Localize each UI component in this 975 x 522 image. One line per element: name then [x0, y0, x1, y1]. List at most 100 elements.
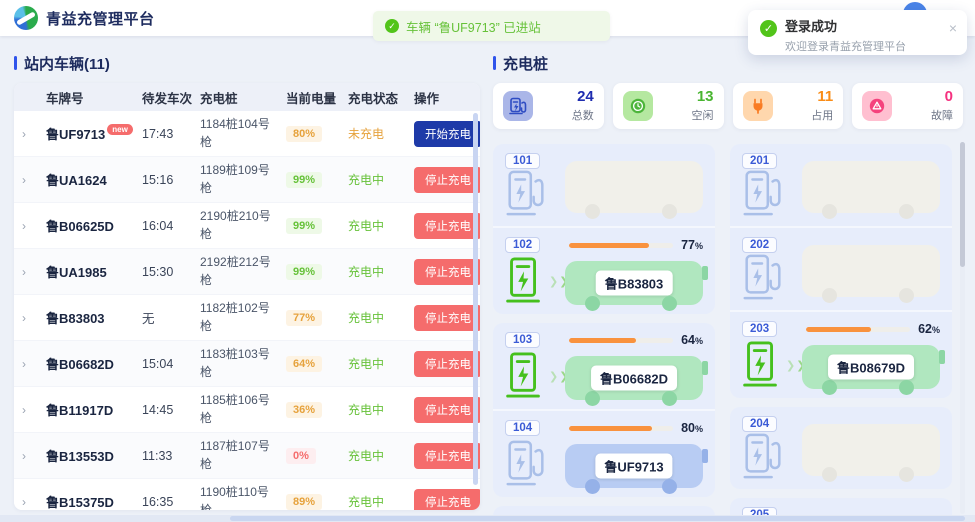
bus-port	[702, 361, 708, 375]
plate-cell: 鲁B15375D	[46, 492, 142, 510]
stat-card-total: 24 总数	[493, 83, 604, 129]
table-row: › 鲁B06682D 15:04 1183桩103号枪 64% 充电中 停止充电	[14, 341, 480, 387]
toast-subtitle: 欢迎登录青益充管理平台	[785, 38, 906, 54]
title-accent-bar	[14, 56, 17, 70]
pile-slot: 205	[730, 498, 952, 516]
start-charging-button[interactable]: 开始充电	[414, 121, 480, 147]
stat-card-occupied: 11 占用	[733, 83, 844, 129]
status-cell: 充电中	[348, 447, 414, 464]
pile-cell: 1184桩104号枪	[200, 116, 286, 151]
table-header-row: 车牌号 待发车次 充电桩 当前电量 充电状态 操作	[14, 83, 480, 111]
row-expand-chevron-icon[interactable]: ›	[22, 311, 46, 325]
row-expand-chevron-icon[interactable]: ›	[22, 357, 46, 371]
plate-cell: 鲁UF9713new	[46, 124, 142, 143]
pile-number-badge: 101	[505, 153, 540, 169]
pile-card: 201 202 203 ❯❯❯❯	[730, 144, 952, 398]
charger-pile-charging-icon	[506, 351, 542, 399]
bus-port	[702, 266, 708, 280]
battery-cell: 99%	[286, 172, 348, 188]
bus-charging-icon: 鲁B08679D	[802, 345, 940, 389]
charge-progress: 77%	[569, 238, 703, 252]
stop-charging-button[interactable]: 停止充电	[414, 489, 480, 511]
title-accent-bar	[493, 56, 496, 70]
pile-cell: 1183桩103号枪	[200, 346, 286, 381]
pile-list-scrollbar[interactable]	[960, 142, 965, 514]
battery-cell: 99%	[286, 218, 348, 234]
pile-column-2: 201 202 203 ❯❯❯❯	[730, 144, 952, 516]
row-expand-chevron-icon[interactable]: ›	[22, 127, 46, 141]
pile-card: 204	[730, 407, 952, 489]
table-scrollbar[interactable]	[473, 113, 478, 485]
stat-total-label: 总数	[572, 107, 594, 123]
charger-pile-idle-icon	[743, 253, 783, 301]
table-row: › 鲁B83803 无 1182桩102号枪 77% 充电中 停止充电	[14, 295, 480, 341]
col-pile: 充电桩	[200, 88, 286, 107]
bus-ghost-icon	[565, 161, 703, 213]
pile-cell: 2192桩212号枪	[200, 254, 286, 289]
bus-plate: 鲁UF9713	[595, 454, 672, 479]
status-cell: 充电中	[348, 401, 414, 418]
table-row: › 鲁B15375D 16:35 1190桩110号枪 89% 充电中 停止充电	[14, 479, 480, 510]
close-icon[interactable]: ×	[949, 21, 957, 35]
stat-idle-value: 13	[692, 89, 714, 106]
pile-grid: 101 102 ❯❯❯❯ 77%	[493, 144, 963, 516]
stop-charging-button[interactable]: 停止充电	[414, 259, 480, 285]
next-trip-cell: 11:33	[142, 449, 200, 463]
stop-charging-button[interactable]: 停止充电	[414, 167, 480, 193]
plate-cell: 鲁B83803	[46, 308, 142, 327]
stat-card-idle: 13 空闲	[613, 83, 724, 129]
alert-triangle-icon	[862, 91, 892, 121]
status-cell: 充电中	[348, 493, 414, 510]
bus-plate: 鲁B06682D	[591, 366, 677, 391]
next-trip-cell: 16:35	[142, 495, 200, 509]
stop-charging-button[interactable]: 停止充电	[414, 351, 480, 377]
new-badge: new	[107, 124, 133, 135]
pile-slot-charging: 102 ❯❯❯❯ 77% 鲁B83803	[493, 226, 715, 314]
plate-cell: 鲁UA1624	[46, 170, 142, 189]
station-vehicles-panel: 站内车辆(11) 车牌号 待发车次 充电桩 当前电量 充电状态 操作 › 鲁UF…	[14, 53, 480, 510]
status-cell: 充电中	[348, 355, 414, 372]
horizontal-scrollbar[interactable]	[0, 515, 975, 522]
scrollbar-thumb[interactable]	[230, 516, 965, 521]
row-expand-chevron-icon[interactable]: ›	[22, 495, 46, 509]
table-row: › 鲁B06625D 16:04 2190桩210号枪 99% 充电中 停止充电	[14, 203, 480, 249]
next-trip-cell: 16:04	[142, 219, 200, 233]
pile-number-badge: 201	[742, 153, 777, 169]
charger-pile-charging-icon	[743, 340, 779, 388]
pile-cell: 1187桩107号枪	[200, 438, 286, 473]
charge-percent: 77%	[681, 238, 703, 252]
pile-slot-occupied: 104 80% 鲁UF9713	[493, 409, 715, 497]
next-trip-cell: 17:43	[142, 127, 200, 141]
stop-charging-button[interactable]: 停止充电	[414, 305, 480, 331]
stop-charging-button[interactable]: 停止充电	[414, 213, 480, 239]
stat-fault-label: 故障	[931, 107, 953, 123]
status-cell: 充电中	[348, 217, 414, 234]
battery-cell: 99%	[286, 264, 348, 280]
row-expand-chevron-icon[interactable]: ›	[22, 403, 46, 417]
charge-percent: 80%	[681, 421, 703, 435]
row-expand-chevron-icon[interactable]: ›	[22, 219, 46, 233]
row-expand-chevron-icon[interactable]: ›	[22, 173, 46, 187]
progress-fill	[569, 426, 652, 431]
col-battery: 当前电量	[286, 88, 348, 107]
status-cell: 充电中	[348, 309, 414, 326]
toast-login-success: ✓ 登录成功 欢迎登录青益充管理平台 ×	[748, 10, 967, 55]
stop-charging-button[interactable]: 停止充电	[414, 397, 480, 423]
row-expand-chevron-icon[interactable]: ›	[22, 449, 46, 463]
stat-occupied-label: 占用	[811, 107, 833, 123]
pile-column-1: 101 102 ❯❯❯❯ 77%	[493, 144, 715, 516]
plate-cell: 鲁UA1985	[46, 262, 142, 281]
pile-cell: 1182桩102号枪	[200, 300, 286, 335]
pile-slot-idle: 204	[730, 407, 952, 489]
table-row: › 鲁UA1624 15:16 1189桩109号枪 99% 充电中 停止充电	[14, 157, 480, 203]
bus-charging-icon: 鲁B06682D	[565, 356, 703, 400]
charger-pile-idle-icon	[743, 432, 783, 480]
pile-number-badge: 202	[742, 237, 777, 253]
table-row: › 鲁UA1985 15:30 2192桩212号枪 99% 充电中 停止充电	[14, 249, 480, 295]
row-expand-chevron-icon[interactable]: ›	[22, 265, 46, 279]
panel-title-vehicles: 站内车辆(11)	[14, 53, 480, 73]
pile-cell: 1190桩110号枪	[200, 484, 286, 510]
stop-charging-button[interactable]: 停止充电	[414, 443, 480, 469]
scrollbar-thumb[interactable]	[960, 142, 965, 267]
pile-number-badge: 103	[505, 332, 540, 348]
